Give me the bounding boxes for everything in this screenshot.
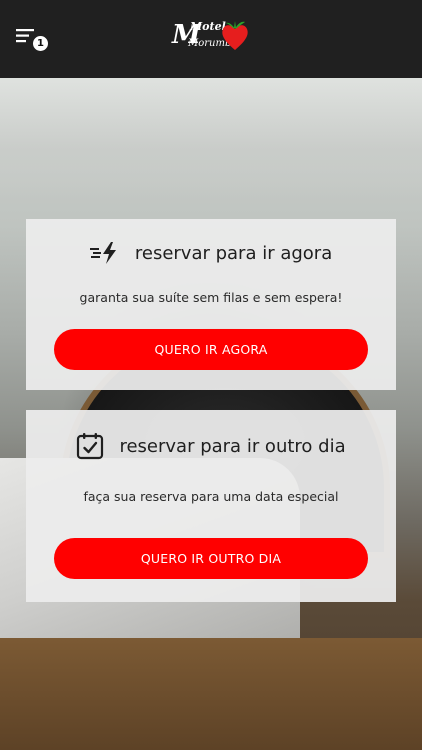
card-title: reservar para ir agora	[134, 242, 333, 264]
card-title: reservar para ir outro dia	[119, 435, 346, 457]
card-title-row: reservar para ir outro dia	[26, 432, 396, 460]
card-subtitle: faça sua reserva para uma data especial	[83, 489, 339, 504]
book-now-button[interactable]: QUERO IR AGORA	[54, 329, 368, 370]
strawberry-heart-icon	[222, 21, 248, 50]
calendar-check-icon	[77, 433, 104, 460]
fast-lightning-icon	[89, 242, 116, 264]
menu-button[interactable]: 1	[16, 28, 50, 54]
motel-logo[interactable]: M Motel Morumbi	[168, 16, 256, 58]
book-later-button[interactable]: QUERO IR OUTRO DIA	[54, 538, 368, 579]
app-header: 1 M Motel Morumbi	[0, 0, 422, 78]
card-book-now: reservar para ir agora garanta sua suíte…	[26, 219, 396, 390]
bg-ceiling	[0, 78, 422, 198]
notification-badge: 1	[33, 36, 48, 51]
card-book-later: reservar para ir outro dia faça sua rese…	[26, 410, 396, 602]
card-title-row: reservar para ir agora	[26, 241, 396, 265]
bg-floor	[0, 638, 422, 750]
card-subtitle: garanta sua suíte sem filas e sem espera…	[79, 290, 343, 305]
